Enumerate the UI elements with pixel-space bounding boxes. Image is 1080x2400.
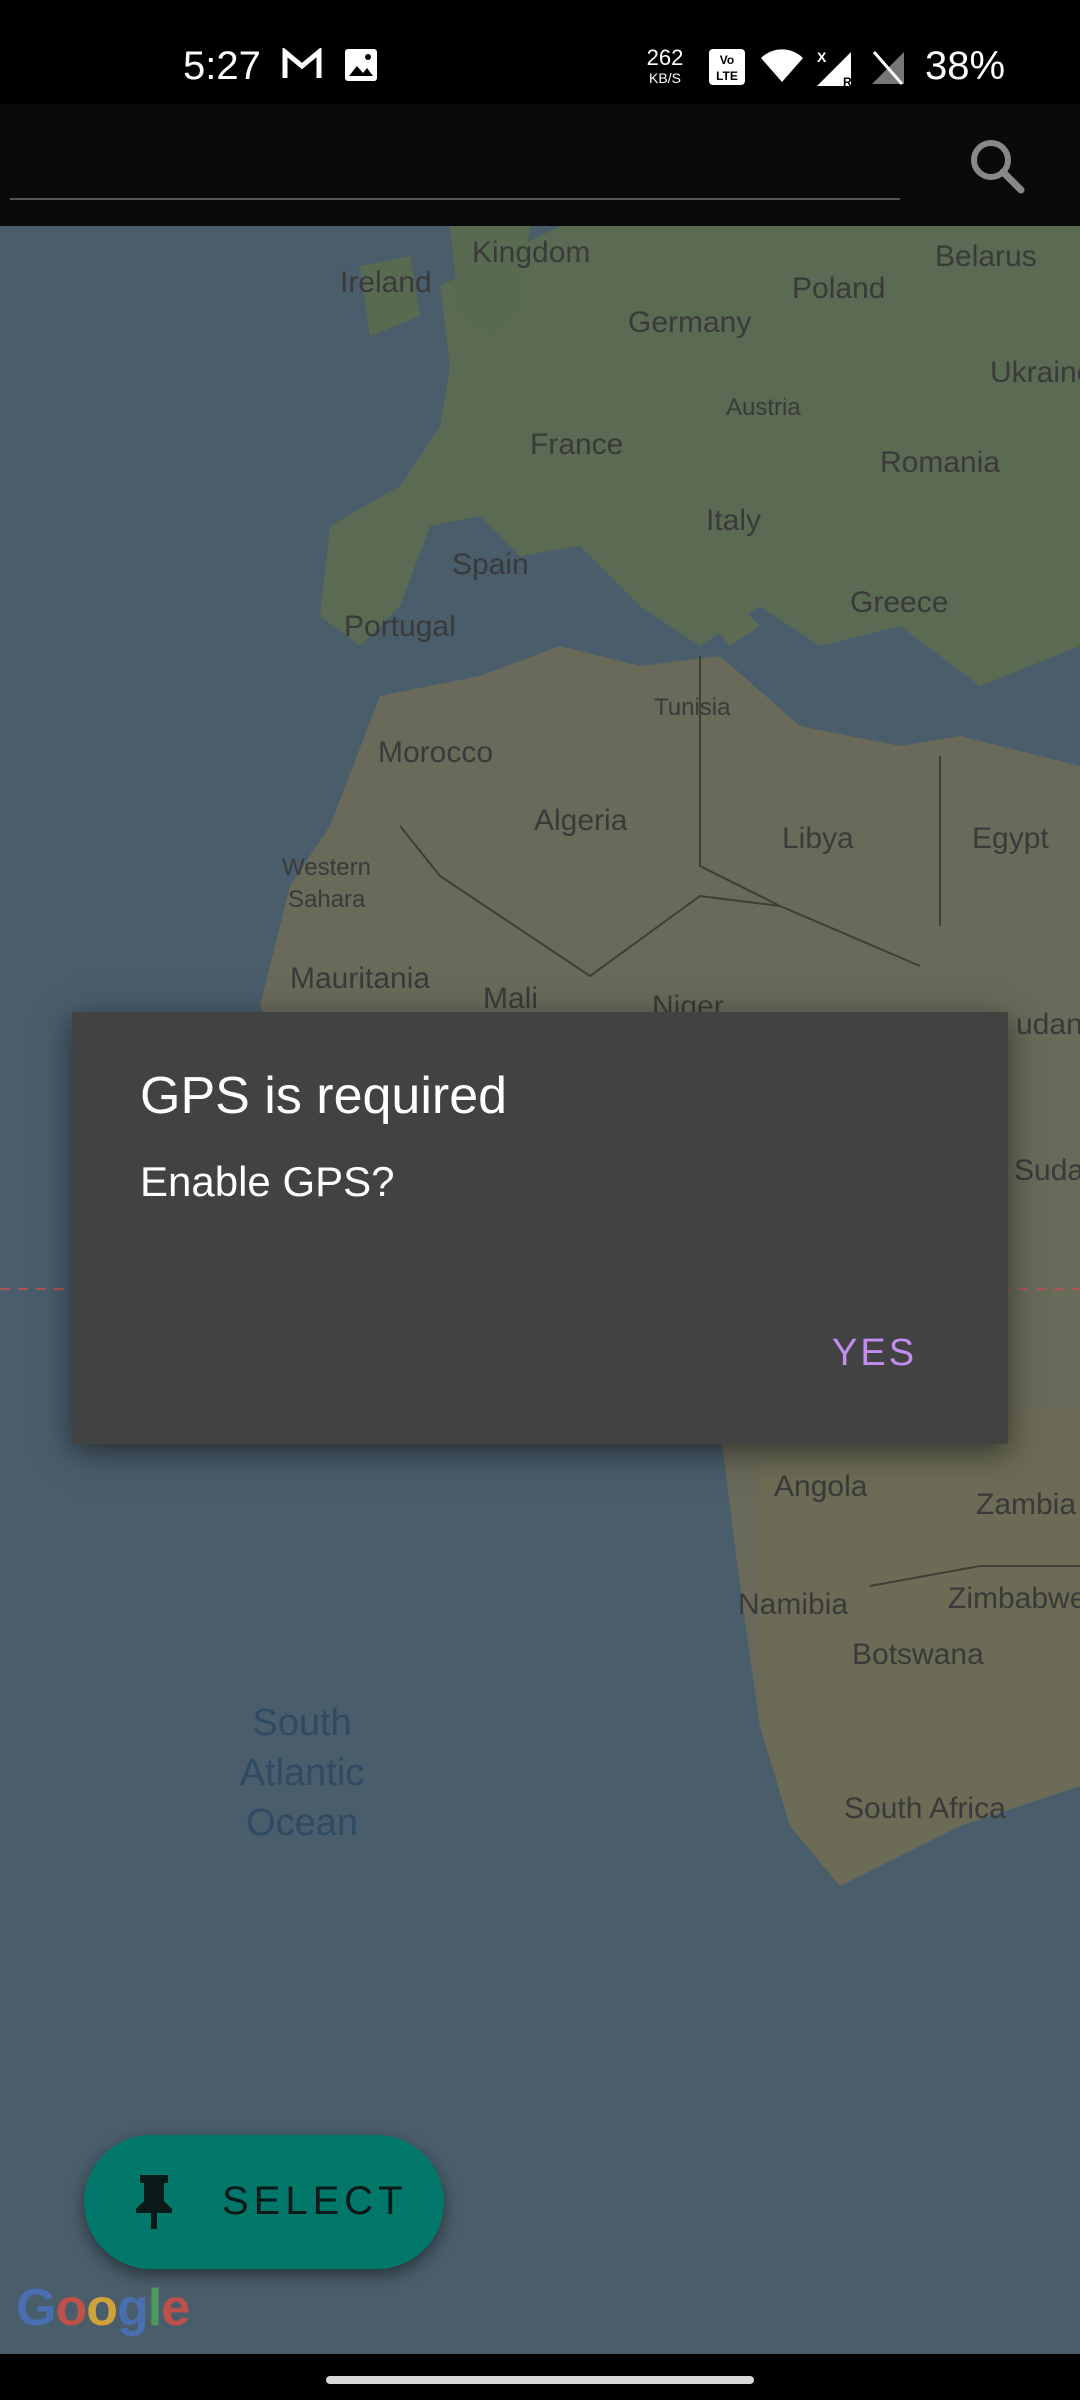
map-label-namibia: Namibia — [738, 1588, 849, 1621]
map-label-ukraine: Ukraine — [990, 356, 1080, 389]
map-label-greece: Greece — [850, 586, 949, 619]
map-label-kingdom: Kingdom — [472, 236, 591, 269]
map-label-sahara: Sahara — [288, 886, 366, 913]
clock: 5:27 — [183, 44, 261, 88]
map-label-botswana: Botswana — [852, 1638, 984, 1671]
map-label-morocco: Morocco — [378, 736, 494, 769]
navigation-bar — [0, 2354, 1080, 2400]
map-label-algeria: Algeria — [534, 804, 628, 837]
status-bar: 5:27 262 KB/S Vo LTE XR 38% — [0, 0, 1080, 104]
signal-icon: XR — [815, 48, 857, 93]
svg-text:Vo: Vo — [720, 53, 734, 67]
map-label-zambia: Zambia — [976, 1488, 1077, 1521]
gmail-icon — [282, 46, 322, 85]
gps-dialog: GPS is required Enable GPS? YES — [72, 1012, 1008, 1444]
map-label-sudan: udan — [1016, 1008, 1080, 1041]
search-input[interactable] — [10, 128, 904, 190]
map-label-spain: Spain — [452, 548, 529, 581]
map-label-zimbabwe: Zimbabwe — [948, 1582, 1080, 1615]
map-label-italy: Italy — [706, 504, 762, 537]
google-logo: Google — [16, 2279, 190, 2337]
yes-button[interactable]: YES — [832, 1332, 917, 1375]
map-label-mali: Mali — [483, 982, 539, 1015]
svg-text:R: R — [843, 75, 852, 88]
search-bar — [0, 104, 1080, 226]
ocean-label-line-1: South — [252, 1702, 352, 1744]
map-label-western: Western — [282, 854, 371, 881]
home-gesture-handle[interactable] — [326, 2376, 754, 2384]
map-label-austria: Austria — [726, 394, 801, 421]
net-speed-value: 262 — [646, 45, 684, 70]
ocean-label: South Atlantic Ocean — [202, 1698, 402, 1848]
network-speed: 262 KB/S — [640, 45, 690, 88]
map-label-mauritania: Mauritania — [290, 962, 431, 995]
search-button[interactable] — [965, 134, 1029, 198]
dialog-message: Enable GPS? — [140, 1158, 395, 1205]
net-speed-unit: KB/S — [649, 70, 681, 86]
map-label-portugal: Portugal — [344, 610, 456, 643]
pin-icon — [128, 2173, 180, 2236]
gallery-icon — [344, 48, 378, 87]
svg-text:LTE: LTE — [716, 69, 738, 83]
select-label: SELECT — [222, 2179, 408, 2223]
ocean-label-line-3: Ocean — [246, 1802, 358, 1844]
ocean-label-line-2: Atlantic — [239, 1752, 365, 1794]
map-label-south-sudan: Suda — [1014, 1154, 1080, 1187]
map-label-romania: Romania — [880, 446, 1001, 479]
map-label-egypt: Egypt — [972, 822, 1049, 855]
map-label-south-africa: South Africa — [844, 1792, 1006, 1825]
dialog-title: GPS is required — [140, 1067, 508, 1125]
map-label-angola: Angola — [774, 1470, 868, 1503]
map-label-belarus: Belarus — [935, 240, 1037, 273]
wifi-icon — [760, 48, 804, 89]
map-label-poland: Poland — [792, 272, 886, 305]
search-underline — [10, 198, 900, 200]
volte-icon: Vo LTE — [708, 48, 746, 91]
battery-percent: 38% — [925, 44, 1006, 88]
svg-text:X: X — [817, 49, 827, 65]
search-icon — [971, 140, 1025, 194]
map-label-tunisia: Tunisia — [654, 694, 731, 721]
map-label-libya: Libya — [782, 822, 854, 855]
map-label-ireland: Ireland — [340, 266, 432, 299]
no-sim-icon — [870, 48, 906, 91]
map-label-france: France — [530, 428, 624, 461]
map-label-germany: Germany — [628, 306, 752, 339]
select-button[interactable]: SELECT — [84, 2135, 444, 2269]
